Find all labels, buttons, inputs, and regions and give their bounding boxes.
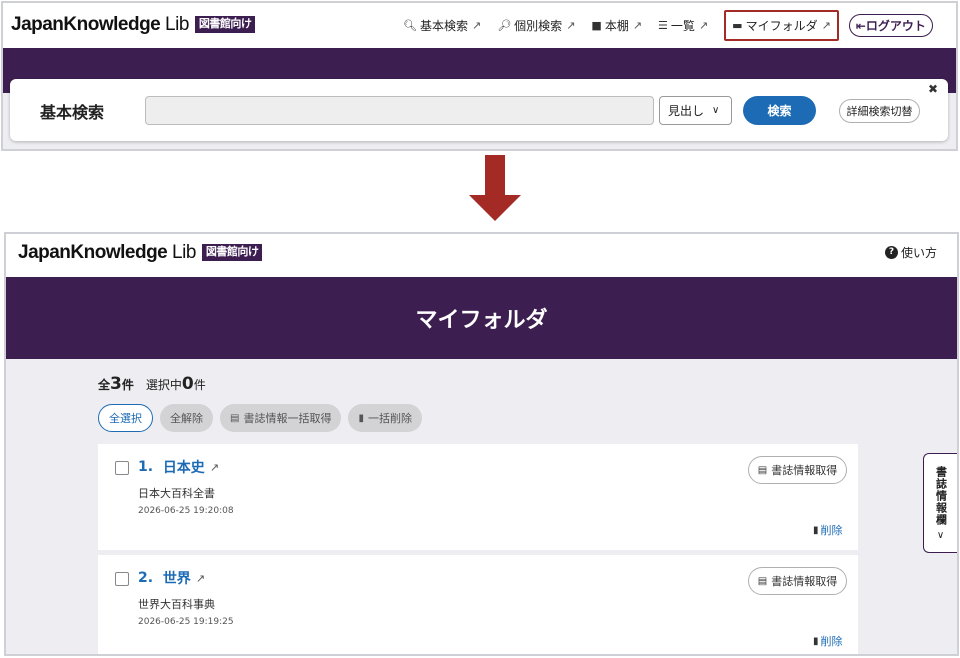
external-link-icon: ↗: [821, 19, 831, 32]
top-header: JapanKnowledge Lib 図書館向け 🔍︎ 基本検索 ↗ 🔎︎ 個別検…: [3, 3, 956, 48]
top-header: JapanKnowledge Lib 図書館向け ? 使い方: [6, 234, 957, 277]
external-link-icon: ↗: [195, 571, 206, 585]
item-checkbox[interactable]: [115, 572, 129, 586]
item-date: 2026-06-25 19:20:08: [138, 506, 234, 516]
delete-link[interactable]: ▮ 削除: [813, 522, 843, 538]
external-link-icon: ↗: [209, 460, 220, 474]
search-panel: 基本検索 見出し ∨ 検索 詳細検索切替 ✖: [10, 79, 948, 141]
help-link[interactable]: ? 使い方: [884, 244, 937, 261]
item-title-link[interactable]: 2. 世界 ↗: [138, 568, 205, 588]
library-badge: 図書館向け: [194, 16, 256, 34]
item-counts: 全3件 選択中 0 件: [98, 374, 206, 394]
bulk-bib-button[interactable]: ▤ 書誌情報一括取得: [220, 404, 342, 432]
search-target-select[interactable]: 見出し ∨: [659, 96, 732, 125]
select-all-button[interactable]: 全選択: [98, 404, 153, 432]
trash-icon: ▮: [813, 635, 819, 647]
get-bib-button[interactable]: ▤ 書誌情報取得: [748, 456, 847, 484]
bulk-actions: 全選択 全解除 ▤ 書誌情報一括取得 ▮ 一括削除: [98, 404, 429, 432]
site-logo[interactable]: JapanKnowledge Lib 図書館向け: [18, 242, 263, 264]
external-link-icon: ↗: [566, 19, 576, 32]
get-bib-button[interactable]: ▤ 書誌情報取得: [748, 567, 847, 595]
list-item: 1. 日本史 ↗ 日本大百科全書 2026-06-25 19:20:08 ▤ 書…: [98, 444, 858, 550]
library-badge: 図書館向け: [201, 244, 263, 262]
search-button[interactable]: 検索: [743, 96, 816, 125]
search-detail-icon: 🔎︎: [497, 19, 512, 32]
screenshot-my-folder-page: JapanKnowledge Lib 図書館向け ? 使い方 マイフォルダ 全3件…: [4, 232, 959, 656]
nav-bookshelf[interactable]: ■ 本棚 ↗: [591, 17, 642, 34]
logout-icon: ⇤: [855, 18, 866, 33]
search-title: 基本検索: [40, 103, 105, 122]
list-icon: ☰: [658, 19, 668, 32]
total-count: 3: [110, 374, 122, 394]
delete-link[interactable]: ▮ 削除: [813, 633, 843, 649]
nav-my-folder[interactable]: ▬ マイフォルダ ↗: [724, 10, 839, 41]
document-icon: ▤: [230, 412, 240, 424]
external-link-icon: ↗: [698, 19, 709, 32]
trash-icon: ▮: [813, 524, 819, 536]
item-source: 日本大百科全書: [138, 487, 215, 500]
pin-icon[interactable]: ✖: [928, 82, 938, 96]
item-checkbox[interactable]: [115, 461, 129, 475]
list-item: 2. 世界 ↗ 世界大百科事典 2026-06-25 19:19:25 ▤ 書誌…: [98, 555, 858, 654]
external-link-icon: ↗: [471, 19, 482, 32]
bib-info-side-tab[interactable]: 書誌情報欄 ∨: [923, 453, 957, 553]
folder-icon: ▬: [732, 19, 743, 32]
help-icon: ?: [884, 246, 898, 259]
item-date: 2026-06-25 19:19:25: [138, 617, 234, 627]
document-icon: ▤: [757, 575, 768, 587]
main-nav: 🔍︎ 基本検索 ↗ 🔎︎ 個別検索 ↗ ■ 本棚 ↗ ☰ 一覧 ↗ ▬ マイフォ…: [403, 3, 933, 48]
nav-individual-search[interactable]: 🔎︎ 個別検索 ↗: [497, 17, 575, 34]
chevron-down-icon: ∨: [936, 530, 945, 541]
site-logo[interactable]: JapanKnowledge Lib 図書館向け: [11, 14, 256, 36]
page-title-band: マイフォルダ: [6, 277, 957, 359]
trash-icon: ▮: [358, 412, 364, 424]
deselect-all-button[interactable]: 全解除: [160, 404, 213, 432]
external-link-icon: ↗: [632, 19, 643, 32]
book-icon: ■: [591, 19, 602, 32]
document-icon: ▤: [757, 464, 768, 476]
nav-list[interactable]: ☰ 一覧 ↗: [658, 17, 708, 34]
nav-basic-search[interactable]: 🔍︎ 基本検索 ↗: [403, 17, 481, 34]
bulk-delete-button[interactable]: ▮ 一括削除: [348, 404, 422, 432]
item-source: 世界大百科事典: [138, 598, 215, 611]
page-title: マイフォルダ: [415, 308, 548, 333]
screenshot-search-page: JapanKnowledge Lib 図書館向け 🔍︎ 基本検索 ↗ 🔎︎ 個別検…: [1, 1, 958, 151]
chevron-down-icon: ∨: [712, 105, 720, 116]
selected-count: 0: [181, 374, 194, 394]
transition-arrow-icon: [469, 155, 521, 222]
search-input[interactable]: [145, 96, 654, 125]
detail-search-toggle[interactable]: 詳細検索切替: [839, 99, 920, 123]
search-icon: 🔍︎: [403, 19, 417, 32]
logout-button[interactable]: ⇤ ログアウト: [848, 14, 933, 37]
item-title-link[interactable]: 1. 日本史 ↗: [138, 457, 219, 477]
